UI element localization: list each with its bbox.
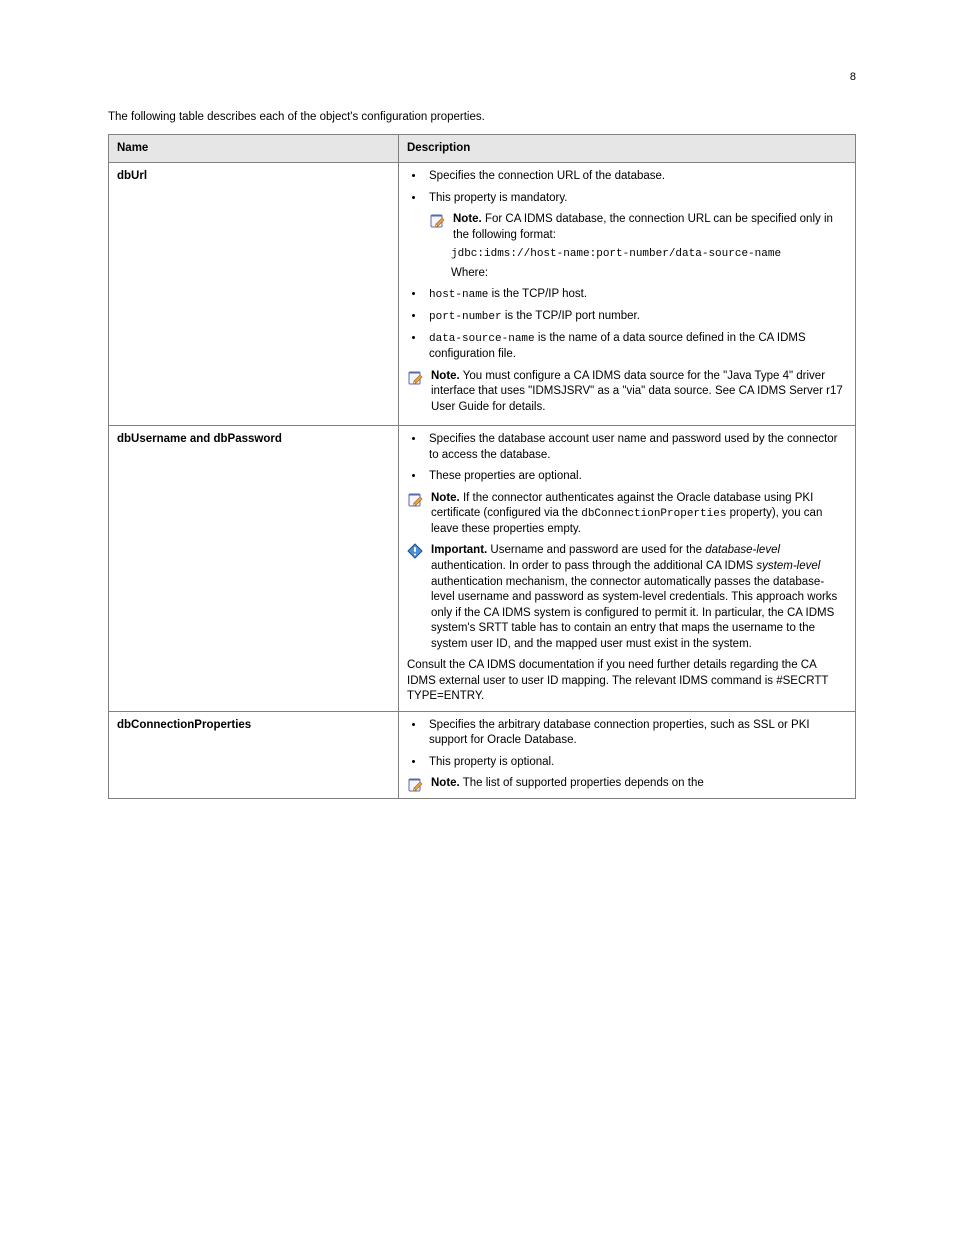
note-block: Note. You must configure a CA IDMS data … — [407, 369, 847, 416]
page-number: 8 — [850, 70, 856, 85]
list-item: port-number is the TCP/IP port number. — [425, 309, 847, 325]
note-icon — [407, 491, 423, 507]
prop-desc-dbconnprops: Specifies the arbitrary database connect… — [399, 711, 856, 799]
bullet-list: Specifies the connection URL of the data… — [407, 169, 847, 362]
intro-paragraph: The following table describes each of th… — [108, 110, 856, 126]
note-block: Note. For CA IDMS database, the connecti… — [429, 212, 847, 243]
note-block: Note. If the connector authenticates aga… — [407, 491, 847, 538]
note-text: Note. You must configure a CA IDMS data … — [431, 369, 847, 416]
prop-desc-dburl: Specifies the connection URL of the data… — [399, 163, 856, 426]
table-row: dbUsername and dbPassword Specifies the … — [109, 426, 856, 712]
list-item: host-name is the TCP/IP host. — [425, 287, 847, 303]
list-item: This property is optional. — [425, 755, 847, 771]
list-item: Specifies the connection URL of the data… — [425, 169, 847, 185]
list-item: This property is mandatory. Note. For CA — [425, 191, 847, 282]
code-line: jdbc:idms://host-name:port-number/data-s… — [451, 247, 847, 262]
list-item: Specifies the arbitrary database connect… — [425, 718, 847, 749]
list-item: These properties are optional. — [425, 469, 847, 485]
list-item: data-source-name is the name of a data s… — [425, 331, 847, 362]
note-block: Note. The list of supported properties d… — [407, 776, 847, 792]
col-description: Description — [399, 134, 856, 163]
table-header-row: Name Description — [109, 134, 856, 163]
list-item: Specifies the database account user name… — [425, 432, 847, 463]
prop-name-dbconnprops: dbConnectionProperties — [109, 711, 399, 799]
bullet-list: Specifies the database account user name… — [407, 432, 847, 485]
note-icon — [407, 369, 423, 385]
prop-name-dburl: dbUrl — [109, 163, 399, 426]
prop-desc-dbuser: Specifies the database account user name… — [399, 426, 856, 712]
important-text: Important. Username and password are use… — [431, 543, 847, 652]
table-row: dbUrl Specifies the connection URL of th… — [109, 163, 856, 426]
paragraph: Consult the CA IDMS documentation if you… — [407, 658, 847, 705]
properties-table: Name Description dbUrl Specifies the con… — [108, 134, 856, 800]
manual-page: 8 The following table describes each of … — [0, 0, 954, 1235]
note-text: Note. The list of supported properties d… — [431, 776, 847, 792]
important-block: Important. Username and password are use… — [407, 543, 847, 652]
table-row: dbConnectionProperties Specifies the arb… — [109, 711, 856, 799]
prop-name-dbuser: dbUsername and dbPassword — [109, 426, 399, 712]
col-name: Name — [109, 134, 399, 163]
note-text: Note. For CA IDMS database, the connecti… — [453, 212, 847, 243]
note-icon — [429, 212, 445, 228]
note-icon — [407, 776, 423, 792]
note-text: Note. If the connector authenticates aga… — [431, 491, 847, 538]
bullet-list: Specifies the arbitrary database connect… — [407, 718, 847, 771]
important-icon — [407, 543, 423, 559]
where-label: Where: — [451, 266, 847, 282]
